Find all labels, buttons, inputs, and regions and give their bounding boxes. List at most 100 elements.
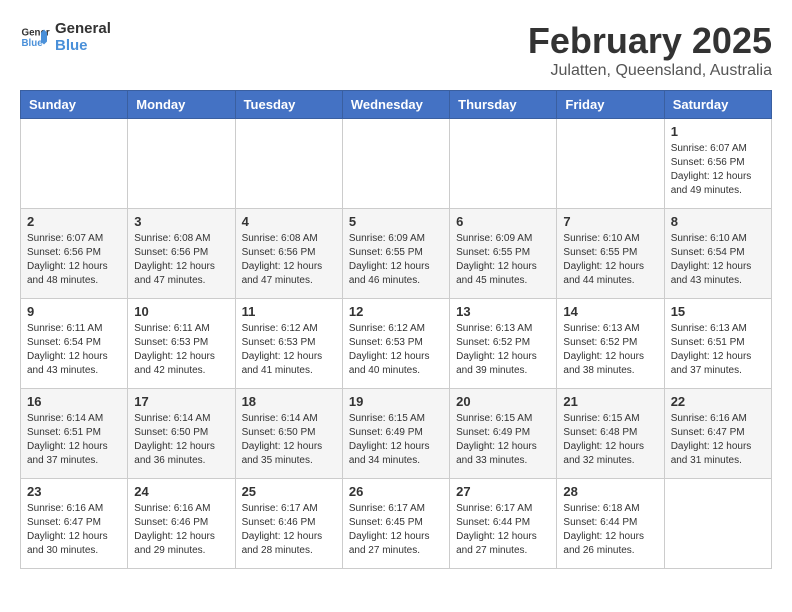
weekday-header-friday: Friday: [557, 91, 664, 119]
calendar-cell: 8 Sunrise: 6:10 AM Sunset: 6:54 PM Daylig…: [664, 209, 771, 299]
calendar-cell: 17 Sunrise: 6:14 AM Sunset: 6:50 PM Dayli…: [128, 389, 235, 479]
cell-info-text: Sunrise: 6:17 AM Sunset: 6:44 PM Dayligh…: [456, 502, 550, 558]
calendar-cell: [235, 119, 342, 209]
cell-date-number: 8: [671, 214, 765, 229]
cell-info-text: Sunrise: 6:13 AM Sunset: 6:52 PM Dayligh…: [456, 322, 550, 378]
weekday-header-sunday: Sunday: [21, 91, 128, 119]
calendar-cell: 3 Sunrise: 6:08 AM Sunset: 6:56 PM Daylig…: [128, 209, 235, 299]
calendar-cell: 16Sunrise: 6:14 AM Sunset: 6:51 PM Dayli…: [21, 389, 128, 479]
calendar-cell: [21, 119, 128, 209]
calendar-cell: 2 Sunrise: 6:07 AM Sunset: 6:56 PM Daylig…: [21, 209, 128, 299]
cell-info-text: Sunrise: 6:14 AM Sunset: 6:50 PM Dayligh…: [242, 412, 336, 468]
logo-line2: Blue: [55, 37, 111, 54]
calendar-cell: 9 Sunrise: 6:11 AM Sunset: 6:54 PM Daylig…: [21, 299, 128, 389]
cell-info-text: Sunrise: 6:15 AM Sunset: 6:49 PM Dayligh…: [349, 412, 443, 468]
svg-text:Blue: Blue: [22, 38, 44, 49]
cell-date-number: 9: [27, 304, 121, 319]
cell-info-text: Sunrise: 6:14 AM Sunset: 6:51 PM Dayligh…: [27, 412, 121, 468]
calendar-title: February 2025: [528, 20, 772, 62]
week-row-2: 2 Sunrise: 6:07 AM Sunset: 6:56 PM Daylig…: [21, 209, 772, 299]
logo-icon: General Blue: [20, 22, 50, 52]
cell-info-text: Sunrise: 6:18 AM Sunset: 6:44 PM Dayligh…: [563, 502, 657, 558]
calendar-cell: 5 Sunrise: 6:09 AM Sunset: 6:55 PM Daylig…: [342, 209, 449, 299]
cell-info-text: Sunrise: 6:12 AM Sunset: 6:53 PM Dayligh…: [349, 322, 443, 378]
cell-date-number: 25: [242, 484, 336, 499]
cell-date-number: 5: [349, 214, 443, 229]
weekday-header-saturday: Saturday: [664, 91, 771, 119]
calendar-cell: 20Sunrise: 6:15 AM Sunset: 6:49 PM Dayli…: [450, 389, 557, 479]
cell-info-text: Sunrise: 6:11 AM Sunset: 6:54 PM Dayligh…: [27, 322, 121, 378]
cell-info-text: Sunrise: 6:13 AM Sunset: 6:51 PM Dayligh…: [671, 322, 765, 378]
cell-info-text: Sunrise: 6:16 AM Sunset: 6:47 PM Dayligh…: [671, 412, 765, 468]
calendar-cell: 26Sunrise: 6:17 AM Sunset: 6:45 PM Dayli…: [342, 479, 449, 569]
cell-info-text: Sunrise: 6:17 AM Sunset: 6:46 PM Dayligh…: [242, 502, 336, 558]
cell-info-text: Sunrise: 6:12 AM Sunset: 6:53 PM Dayligh…: [242, 322, 336, 378]
calendar-cell: 25 Sunrise: 6:17 AM Sunset: 6:46 PM Dayli…: [235, 479, 342, 569]
cell-date-number: 12: [349, 304, 443, 319]
cell-info-text: Sunrise: 6:09 AM Sunset: 6:55 PM Dayligh…: [456, 232, 550, 288]
weekday-header-thursday: Thursday: [450, 91, 557, 119]
calendar-cell: 14Sunrise: 6:13 AM Sunset: 6:52 PM Dayli…: [557, 299, 664, 389]
calendar-cell: [664, 479, 771, 569]
cell-info-text: Sunrise: 6:08 AM Sunset: 6:56 PM Dayligh…: [134, 232, 228, 288]
cell-date-number: 28: [563, 484, 657, 499]
weekday-header-wednesday: Wednesday: [342, 91, 449, 119]
cell-date-number: 19: [349, 394, 443, 409]
calendar-cell: 28 Sunrise: 6:18 AM Sunset: 6:44 PM Dayli…: [557, 479, 664, 569]
week-row-3: 9 Sunrise: 6:11 AM Sunset: 6:54 PM Daylig…: [21, 299, 772, 389]
cell-info-text: Sunrise: 6:10 AM Sunset: 6:55 PM Dayligh…: [563, 232, 657, 288]
weekday-header-tuesday: Tuesday: [235, 91, 342, 119]
cell-info-text: Sunrise: 6:16 AM Sunset: 6:46 PM Dayligh…: [134, 502, 228, 558]
calendar-subtitle: Julatten, Queensland, Australia: [528, 62, 772, 80]
calendar-cell: 23Sunrise: 6:16 AM Sunset: 6:47 PM Dayli…: [21, 479, 128, 569]
week-row-1: 1 Sunrise: 6:07 AM Sunset: 6:56 PM Daylig…: [21, 119, 772, 209]
cell-info-text: Sunrise: 6:07 AM Sunset: 6:56 PM Dayligh…: [27, 232, 121, 288]
title-section: February 2025 Julatten, Queensland, Aust…: [528, 20, 772, 80]
cell-date-number: 22: [671, 394, 765, 409]
cell-date-number: 26: [349, 484, 443, 499]
cell-date-number: 18: [242, 394, 336, 409]
cell-info-text: Sunrise: 6:16 AM Sunset: 6:47 PM Dayligh…: [27, 502, 121, 558]
weekday-header-monday: Monday: [128, 91, 235, 119]
cell-info-text: Sunrise: 6:09 AM Sunset: 6:55 PM Dayligh…: [349, 232, 443, 288]
weekday-header-row: SundayMondayTuesdayWednesdayThursdayFrid…: [21, 91, 772, 119]
week-row-5: 23Sunrise: 6:16 AM Sunset: 6:47 PM Dayli…: [21, 479, 772, 569]
cell-date-number: 17: [134, 394, 228, 409]
cell-info-text: Sunrise: 6:14 AM Sunset: 6:50 PM Dayligh…: [134, 412, 228, 468]
cell-date-number: 13: [456, 304, 550, 319]
cell-info-text: Sunrise: 6:07 AM Sunset: 6:56 PM Dayligh…: [671, 142, 765, 198]
cell-date-number: 3: [134, 214, 228, 229]
cell-info-text: Sunrise: 6:10 AM Sunset: 6:54 PM Dayligh…: [671, 232, 765, 288]
cell-info-text: Sunrise: 6:13 AM Sunset: 6:52 PM Dayligh…: [563, 322, 657, 378]
cell-info-text: Sunrise: 6:15 AM Sunset: 6:48 PM Dayligh…: [563, 412, 657, 468]
calendar-cell: [557, 119, 664, 209]
calendar-cell: 7 Sunrise: 6:10 AM Sunset: 6:55 PM Daylig…: [557, 209, 664, 299]
cell-date-number: 4: [242, 214, 336, 229]
calendar-cell: [342, 119, 449, 209]
cell-date-number: 15: [671, 304, 765, 319]
calendar-cell: 12 Sunrise: 6:12 AM Sunset: 6:53 PM Dayli…: [342, 299, 449, 389]
calendar-cell: 6 Sunrise: 6:09 AM Sunset: 6:55 PM Daylig…: [450, 209, 557, 299]
calendar-cell: 21 Sunrise: 6:15 AM Sunset: 6:48 PM Dayli…: [557, 389, 664, 479]
cell-date-number: 21: [563, 394, 657, 409]
calendar-cell: 11 Sunrise: 6:12 AM Sunset: 6:53 PM Dayli…: [235, 299, 342, 389]
cell-info-text: Sunrise: 6:08 AM Sunset: 6:56 PM Dayligh…: [242, 232, 336, 288]
calendar-cell: 19 Sunrise: 6:15 AM Sunset: 6:49 PM Dayli…: [342, 389, 449, 479]
cell-info-text: Sunrise: 6:11 AM Sunset: 6:53 PM Dayligh…: [134, 322, 228, 378]
calendar-cell: 27 Sunrise: 6:17 AM Sunset: 6:44 PM Dayli…: [450, 479, 557, 569]
calendar-cell: 1 Sunrise: 6:07 AM Sunset: 6:56 PM Daylig…: [664, 119, 771, 209]
week-row-4: 16Sunrise: 6:14 AM Sunset: 6:51 PM Dayli…: [21, 389, 772, 479]
cell-date-number: 2: [27, 214, 121, 229]
cell-date-number: 6: [456, 214, 550, 229]
cell-date-number: 7: [563, 214, 657, 229]
cell-date-number: 11: [242, 304, 336, 319]
cell-date-number: 20: [456, 394, 550, 409]
calendar-cell: [450, 119, 557, 209]
calendar-cell: [128, 119, 235, 209]
cell-date-number: 1: [671, 124, 765, 139]
calendar-cell: 13 Sunrise: 6:13 AM Sunset: 6:52 PM Dayli…: [450, 299, 557, 389]
calendar-table: SundayMondayTuesdayWednesdayThursdayFrid…: [20, 90, 772, 569]
cell-date-number: 27: [456, 484, 550, 499]
calendar-cell: 18 Sunrise: 6:14 AM Sunset: 6:50 PM Dayli…: [235, 389, 342, 479]
logo: General Blue General Blue: [20, 20, 111, 54]
